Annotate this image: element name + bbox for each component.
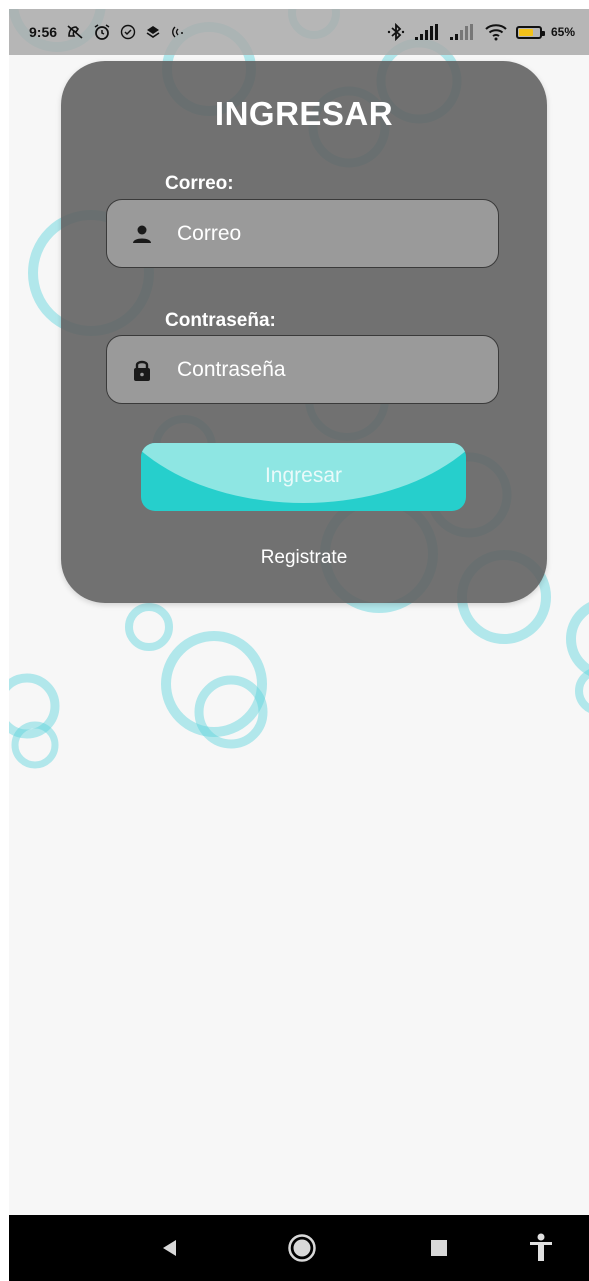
recents-button[interactable]	[419, 1215, 459, 1281]
accessibility-icon	[530, 1233, 552, 1261]
battery-icon	[515, 25, 545, 39]
nfc-icon	[172, 26, 184, 38]
login-button-label: Ingresar	[264, 464, 343, 487]
login-card: INGRESAR Correo: Contraseña:	[61, 61, 547, 603]
register-link[interactable]: Registrate	[61, 547, 547, 569]
login-button[interactable]: Ingresar	[141, 443, 466, 511]
signal-icon	[414, 24, 438, 40]
alarm-icon	[94, 24, 110, 40]
wifi-icon	[485, 24, 507, 41]
battery-percent: 65%	[550, 25, 575, 39]
back-button[interactable]	[149, 1215, 189, 1281]
email-label: Correo:	[165, 173, 234, 194]
person-icon	[131, 223, 153, 245]
email-field[interactable]	[106, 199, 499, 268]
app-screen: 9:56 65% INGRESAR Correo: Correo Contras…	[9, 9, 589, 1281]
bluetooth-icon	[387, 23, 405, 41]
recents-icon	[431, 1240, 447, 1256]
signal-weak-icon	[449, 24, 473, 40]
password-field[interactable]	[106, 335, 499, 404]
password-input[interactable]	[177, 357, 457, 382]
accessibility-button[interactable]	[519, 1215, 563, 1281]
lock-icon	[131, 359, 153, 381]
password-label: Contraseña:	[165, 310, 276, 331]
page-title: INGRESAR	[214, 95, 394, 132]
home-icon	[288, 1234, 316, 1262]
system-nav-bar	[9, 1215, 589, 1281]
clock-time: 9:56	[29, 24, 58, 40]
bubble	[125, 603, 173, 651]
back-icon	[163, 1240, 176, 1256]
bubble	[575, 669, 589, 713]
home-button[interactable]	[281, 1215, 323, 1281]
check-circle-icon	[120, 24, 136, 40]
layers-icon	[146, 26, 160, 38]
status-bar: 9:56 65%	[9, 9, 589, 55]
call-muted-icon	[67, 25, 83, 39]
email-input[interactable]	[177, 221, 457, 246]
bubble	[566, 602, 589, 676]
